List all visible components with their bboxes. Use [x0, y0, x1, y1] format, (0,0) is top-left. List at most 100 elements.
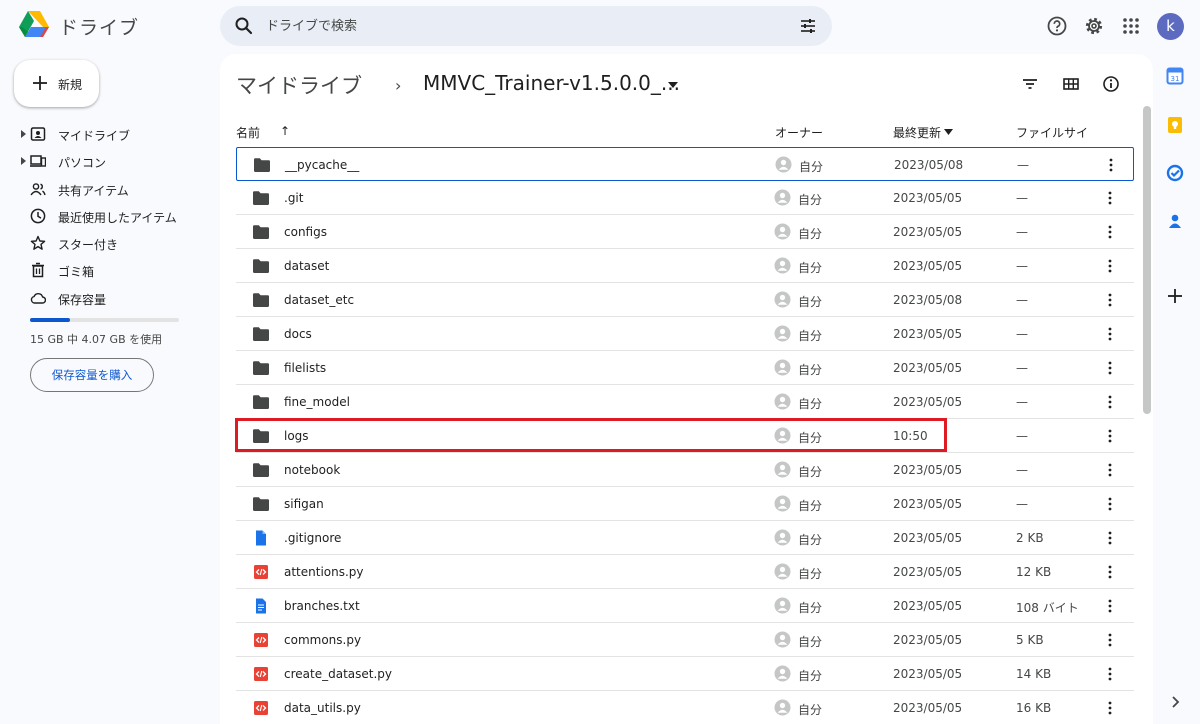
- file-name[interactable]: dataset_etc: [284, 293, 354, 307]
- sidebar-item-starred[interactable]: スター付き: [0, 230, 210, 257]
- text-file-icon: [256, 598, 266, 614]
- file-row[interactable]: __pycache__ 自分 2023/05/08 —: [236, 147, 1134, 181]
- column-owner-header[interactable]: オーナー: [775, 124, 823, 141]
- file-row[interactable]: docs 自分 2023/05/05 —: [236, 317, 1134, 351]
- more-options-icon[interactable]: [1102, 190, 1118, 206]
- file-name[interactable]: __pycache__: [285, 158, 359, 172]
- file-name[interactable]: logs: [284, 429, 309, 443]
- filter-icon[interactable]: [1021, 75, 1039, 93]
- search-options-icon[interactable]: [798, 16, 818, 36]
- file-name[interactable]: dataset: [284, 259, 329, 273]
- avatar[interactable]: k: [1157, 13, 1184, 40]
- file-name[interactable]: fine_model: [284, 395, 350, 409]
- file-row[interactable]: commons.py 自分 2023/05/05 5 KB: [236, 623, 1134, 657]
- search-icon[interactable]: [234, 16, 254, 36]
- file-row[interactable]: dataset 自分 2023/05/05 —: [236, 249, 1134, 283]
- scrollbar[interactable]: [1143, 106, 1151, 414]
- file-row[interactable]: data_utils.py 自分 2023/05/05 16 KB: [236, 691, 1134, 724]
- settings-icon[interactable]: [1083, 15, 1105, 37]
- file-row[interactable]: .git 自分 2023/05/05 —: [236, 181, 1134, 215]
- file-owner: 自分: [798, 601, 823, 615]
- sort-arrow-icon[interactable]: ↑: [280, 124, 290, 138]
- trash-icon: [32, 263, 44, 278]
- more-options-icon[interactable]: [1102, 326, 1118, 342]
- calendar-icon[interactable]: 31: [1166, 67, 1184, 85]
- sidebar-item-my-drive[interactable]: マイドライブ: [0, 121, 210, 148]
- more-options-icon[interactable]: [1102, 564, 1118, 580]
- chevron-down-icon[interactable]: [668, 82, 678, 88]
- more-options-icon[interactable]: [1102, 496, 1118, 512]
- file-name[interactable]: create_dataset.py: [284, 667, 392, 681]
- file-row[interactable]: branches.txt 自分 2023/05/05 108 バイト: [236, 589, 1134, 623]
- column-size-header[interactable]: ファイルサイ: [1016, 124, 1088, 141]
- file-size: 12 KB: [1016, 565, 1052, 579]
- apps-grid-icon[interactable]: [1120, 15, 1142, 37]
- file-name[interactable]: filelists: [284, 361, 326, 375]
- add-addon-icon[interactable]: [1166, 287, 1184, 305]
- file-modified: 2023/05/05: [893, 701, 963, 715]
- more-options-icon[interactable]: [1102, 394, 1118, 410]
- file-row[interactable]: configs 自分 2023/05/05 —: [236, 215, 1134, 249]
- file-row[interactable]: logs 自分 10:50 —: [236, 419, 1134, 453]
- file-name[interactable]: attentions.py: [284, 565, 364, 579]
- more-options-icon[interactable]: [1102, 666, 1118, 682]
- more-options-icon[interactable]: [1102, 530, 1118, 546]
- more-options-icon[interactable]: [1102, 292, 1118, 308]
- info-icon[interactable]: [1102, 75, 1120, 93]
- more-options-icon[interactable]: [1102, 428, 1118, 444]
- grid-view-icon[interactable]: [1062, 75, 1080, 93]
- keep-icon[interactable]: [1166, 116, 1184, 134]
- contacts-icon[interactable]: [1166, 212, 1184, 230]
- breadcrumb-current-folder[interactable]: MMVC_Trainer-v1.5.0.0_...: [423, 71, 680, 95]
- column-modified-header[interactable]: 最終更新: [893, 124, 941, 141]
- column-name-header[interactable]: 名前: [236, 124, 260, 141]
- file-size: 14 KB: [1016, 667, 1052, 681]
- search-input[interactable]: [266, 14, 786, 38]
- help-icon[interactable]: [1046, 15, 1068, 37]
- sidebar-item-shared[interactable]: 共有アイテム: [0, 176, 210, 203]
- file-modified: 2023/05/05: [893, 191, 963, 205]
- tasks-icon[interactable]: [1166, 164, 1184, 182]
- more-options-icon[interactable]: [1102, 632, 1118, 648]
- app-name[interactable]: ドライブ: [59, 13, 139, 40]
- expand-caret-icon[interactable]: [21, 130, 27, 138]
- more-options-icon[interactable]: [1102, 258, 1118, 274]
- computers-icon: [30, 155, 46, 168]
- expand-caret-icon[interactable]: [21, 157, 27, 166]
- file-name[interactable]: .gitignore: [284, 531, 341, 545]
- file-row[interactable]: attentions.py 自分 2023/05/05 12 KB: [236, 555, 1134, 589]
- file-row[interactable]: .gitignore 自分 2023/05/05 2 KB: [236, 521, 1134, 555]
- drive-logo-icon[interactable]: [18, 10, 50, 40]
- file-name[interactable]: notebook: [284, 463, 340, 477]
- sidebar-item-storage[interactable]: 保存容量: [0, 285, 210, 312]
- file-name[interactable]: commons.py: [284, 633, 361, 647]
- file-name[interactable]: sifigan: [284, 497, 324, 511]
- buy-storage-button[interactable]: 保存容量を購入: [30, 358, 154, 392]
- file-row[interactable]: create_dataset.py 自分 2023/05/05 14 KB: [236, 657, 1134, 691]
- file-name[interactable]: configs: [284, 225, 327, 239]
- more-options-icon[interactable]: [1102, 360, 1118, 376]
- sidebar-item-computers[interactable]: パソコン: [0, 148, 210, 175]
- more-options-icon[interactable]: [1102, 224, 1118, 240]
- new-button[interactable]: 新規: [14, 60, 99, 107]
- more-options-icon[interactable]: [1103, 157, 1119, 173]
- sidebar-item-trash[interactable]: ゴミ箱: [0, 257, 210, 284]
- file-row[interactable]: dataset_etc 自分 2023/05/08 —: [236, 283, 1134, 317]
- more-options-icon[interactable]: [1102, 462, 1118, 478]
- more-options-icon[interactable]: [1102, 598, 1118, 614]
- file-name[interactable]: data_utils.py: [284, 701, 361, 715]
- more-options-icon[interactable]: [1102, 700, 1118, 716]
- expand-panel-icon[interactable]: [1166, 693, 1184, 711]
- file-row[interactable]: notebook 自分 2023/05/05 —: [236, 453, 1134, 487]
- file-name[interactable]: docs: [284, 327, 312, 341]
- sort-desc-icon[interactable]: [944, 129, 953, 135]
- file-row[interactable]: sifigan 自分 2023/05/05 —: [236, 487, 1134, 521]
- file-row[interactable]: filelists 自分 2023/05/05 —: [236, 351, 1134, 385]
- file-name[interactable]: .git: [284, 191, 303, 205]
- file-row[interactable]: fine_model 自分 2023/05/05 —: [236, 385, 1134, 419]
- owner-avatar-icon: [774, 223, 791, 240]
- breadcrumb-root[interactable]: マイドライブ: [236, 70, 362, 100]
- file-name[interactable]: branches.txt: [284, 599, 360, 613]
- sidebar-item-recent[interactable]: 最近使用したアイテム: [0, 203, 210, 230]
- search-bar[interactable]: [220, 6, 832, 46]
